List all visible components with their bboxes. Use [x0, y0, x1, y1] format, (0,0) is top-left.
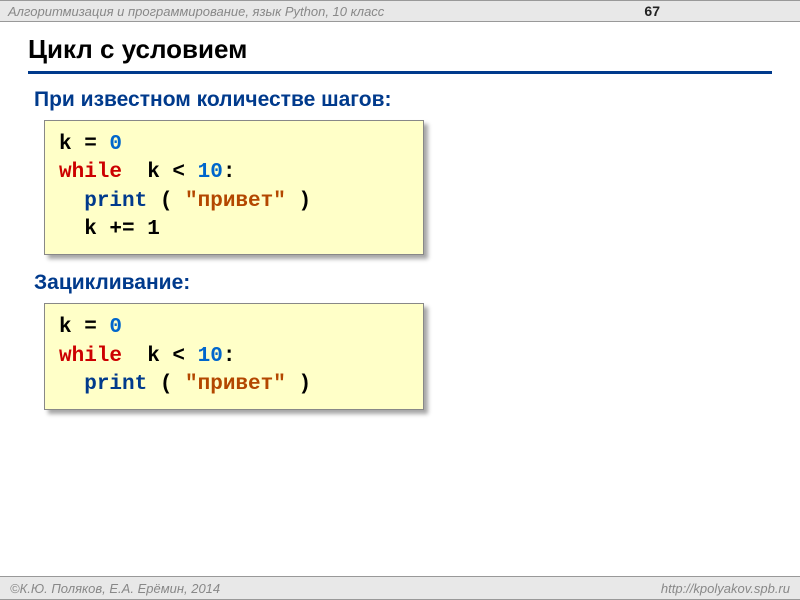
codebox-2-wrap: k = 0 while k < 10: print ( "привет" )	[44, 303, 424, 410]
section2-heading: Зацикливание:	[34, 271, 772, 295]
section1-heading: При известном количестве шагов:	[34, 88, 772, 112]
slide-title: Цикл с условием	[28, 34, 772, 74]
code-text: :	[223, 161, 236, 184]
code-string: "привет"	[185, 190, 286, 213]
footer-url: http://kpolyakov.spb.ru	[661, 581, 790, 596]
code-text: k <	[122, 161, 198, 184]
footer-bar: ©К.Ю. Поляков, Е.А. Ерёмин, 2014 http://…	[0, 576, 800, 600]
code-keyword: while	[59, 161, 122, 184]
course-title: Алгоритмизация и программирование, язык …	[8, 4, 384, 19]
codebox-1-wrap: k = 0 while k < 10: print ( "привет" ) k…	[44, 120, 424, 255]
codebox-2: k = 0 while k < 10: print ( "привет" )	[44, 303, 424, 410]
code-text: )	[286, 190, 311, 213]
code-number: 10	[198, 161, 223, 184]
code-text: )	[286, 373, 311, 396]
code-number: 0	[109, 133, 122, 156]
code-text	[59, 190, 84, 213]
code-number: 0	[109, 316, 122, 339]
copyright: ©К.Ю. Поляков, Е.А. Ерёмин, 2014	[10, 581, 220, 596]
code-function: print	[84, 373, 147, 396]
code-text: :	[223, 345, 236, 368]
code-function: print	[84, 190, 147, 213]
code-keyword: while	[59, 345, 122, 368]
code-number: 10	[198, 345, 223, 368]
code-text: (	[147, 190, 185, 213]
code-text: k =	[59, 133, 109, 156]
code-text: k =	[59, 316, 109, 339]
slide-content: Цикл с условием При известном количестве…	[0, 22, 800, 410]
header-bar: Алгоритмизация и программирование, язык …	[0, 0, 800, 22]
code-text	[59, 373, 84, 396]
codebox-1: k = 0 while k < 10: print ( "привет" ) k…	[44, 120, 424, 255]
code-text: k += 1	[59, 218, 160, 241]
page-number: 67	[644, 3, 660, 19]
code-text: k <	[122, 345, 198, 368]
code-string: "привет"	[185, 373, 286, 396]
code-text: (	[147, 373, 185, 396]
